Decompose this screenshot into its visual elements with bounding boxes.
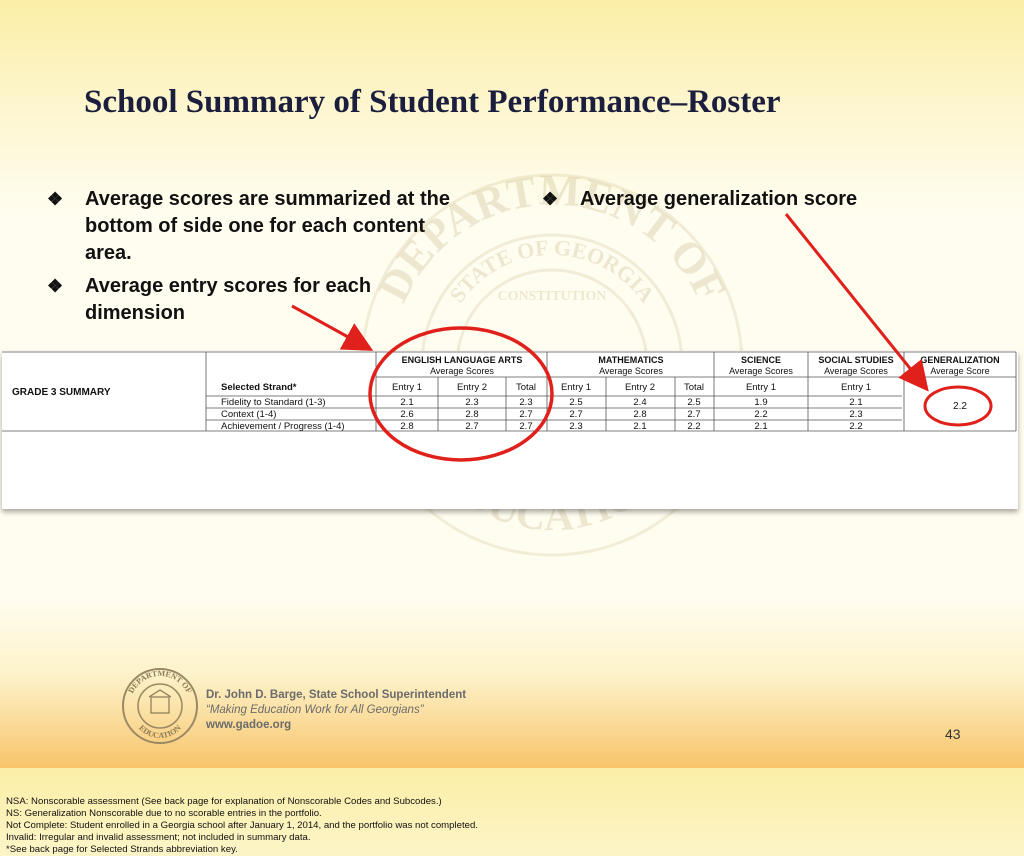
bullet-list-left: ❖ Average scores are summarized at the b…	[47, 186, 467, 333]
score-cell: 2.8	[465, 409, 478, 420]
note-line: Not Complete: Student enrolled in a Geor…	[6, 820, 478, 831]
bullet-item: ❖ Average generalization score	[542, 186, 942, 213]
bullet-text: Average scores are summarized at the bot…	[85, 188, 450, 264]
bullet-text: Average entry scores for each dimension	[85, 275, 372, 324]
note-line: NS: Generalization Nonscorable due to no…	[6, 808, 322, 819]
score-cell: 2.7	[519, 421, 532, 432]
score-cell: 1.9	[754, 397, 767, 408]
score-cell: 2.5	[569, 397, 582, 408]
department-of-education-seal: DEPARTMENT OF EDUCATION	[122, 668, 198, 744]
score-cell: 2.3	[519, 397, 532, 408]
score-cell: 2.4	[633, 397, 646, 408]
score-cell: 2.1	[400, 397, 413, 408]
content-area-name: MATHEMATICS	[598, 355, 663, 365]
score-cell: 2.3	[465, 397, 478, 408]
column-header: Total	[684, 382, 704, 393]
score-cell: 2.7	[465, 421, 478, 432]
bullet-list-right: ❖ Average generalization score	[542, 186, 942, 219]
content-area-subtitle: Average Score	[930, 366, 989, 376]
strand-label: Fidelity to Standard (1-3)	[221, 397, 326, 408]
column-header: Entry 1	[392, 382, 422, 393]
score-cell: 2.1	[633, 421, 646, 432]
seal-text-bottom: EDUCATION	[137, 723, 183, 740]
watermark-inner-text-2: CONSTITUTION	[498, 289, 607, 304]
content-area-subtitle: Average Scores	[729, 366, 793, 376]
roster-grid: GRADE 3 SUMMARY Selected Strand* ENGLISH…	[2, 351, 1017, 432]
content-area-name: SOCIAL STUDIES	[818, 355, 893, 365]
score-cell: 2.5	[687, 397, 700, 408]
roster-notes: NSA: Nonscorable assessment (See back pa…	[6, 796, 478, 856]
column-header: Entry 1	[746, 382, 776, 393]
slide-title: School Summary of Student Performance–Ro…	[84, 84, 781, 120]
bullet-text: Average generalization score	[580, 188, 858, 210]
score-cell: 2.3	[569, 421, 582, 432]
note-line: Invalid: Irregular and invalid assessmen…	[6, 832, 311, 843]
score-cell: 2.2	[849, 421, 862, 432]
note-line: *See back page for Selected Strands abbr…	[6, 844, 238, 855]
score-cell: 2.7	[569, 409, 582, 420]
note-line: NSA: Nonscorable assessment (See back pa…	[6, 796, 442, 807]
superintendent-name: Dr. John D. Barge, State School Superint…	[206, 689, 467, 701]
column-header: Entry 2	[625, 382, 655, 393]
score-cells: 2.1 2.3 2.3 2.5 2.4 2.5 1.9 2.12.6 2.8 2.7 2.7 2.8 2…	[400, 397, 862, 432]
content-area-name: SCIENCE	[741, 355, 781, 365]
strand-labels: Fidelity to Standard (1-3)Context (1-4)A…	[221, 397, 345, 432]
bullet-item: ❖ Average entry scores for each dimensio…	[47, 273, 467, 327]
content-area-subtitle: Average Scores	[599, 366, 663, 376]
content-area-subtitle: Average Scores	[824, 366, 888, 376]
column-header: Total	[516, 382, 536, 393]
footer-motto: “Making Education Work for All Georgians…	[206, 704, 424, 716]
score-cell: 2.6	[400, 409, 413, 420]
content-area-name: ENGLISH LANGUAGE ARTS	[402, 355, 523, 365]
diamond-bullet-icon: ❖	[47, 276, 64, 296]
score-cell: 2.7	[687, 409, 700, 420]
score-cell: 2.2	[754, 409, 767, 420]
page-number: 43	[945, 726, 961, 742]
content-area-headers: ENGLISH LANGUAGE ARTSAverage ScoresMATHE…	[402, 355, 1000, 376]
svg-text:DEPARTMENT OF: DEPARTMENT OF	[126, 669, 193, 695]
score-cell: 2.7	[519, 409, 532, 420]
column-header: Entry 1	[561, 382, 591, 393]
column-header: Entry 1	[841, 382, 871, 393]
score-cell: 2.8	[633, 409, 646, 420]
roster-summary-table: GRADE 3 SUMMARY Selected Strand* ENGLISH…	[2, 351, 1018, 855]
score-cell: 2.8	[400, 421, 413, 432]
generalization-score: 2.2	[953, 401, 967, 412]
column-headers: Entry 1 Entry 2 Total Entry 1 Entry 2 Total En…	[392, 382, 871, 393]
score-cell: 2.1	[849, 397, 862, 408]
svg-text:EDUCATION: EDUCATION	[137, 723, 183, 740]
strand-label: Achievement / Progress (1-4)	[221, 421, 345, 432]
content-area-subtitle: Average Scores	[430, 366, 494, 376]
diamond-bullet-icon: ❖	[47, 189, 64, 209]
score-cell: 2.2	[687, 421, 700, 432]
grade-label: GRADE 3 SUMMARY	[12, 387, 111, 398]
footer-text-block: Dr. John D. Barge, State School Superint…	[206, 688, 466, 733]
column-header: Entry 2	[457, 382, 487, 393]
footer-website: www.gadoe.org	[206, 719, 292, 731]
bullet-item: ❖ Average scores are summarized at the b…	[47, 186, 467, 267]
seal-text-top: DEPARTMENT OF	[126, 669, 193, 695]
score-cell: 2.1	[754, 421, 767, 432]
score-cell: 2.3	[849, 409, 862, 420]
selected-strand-header: Selected Strand*	[221, 382, 297, 393]
diamond-bullet-icon: ❖	[542, 189, 559, 209]
content-area-name: GENERALIZATION	[920, 355, 999, 365]
strand-label: Context (1-4)	[221, 409, 276, 420]
